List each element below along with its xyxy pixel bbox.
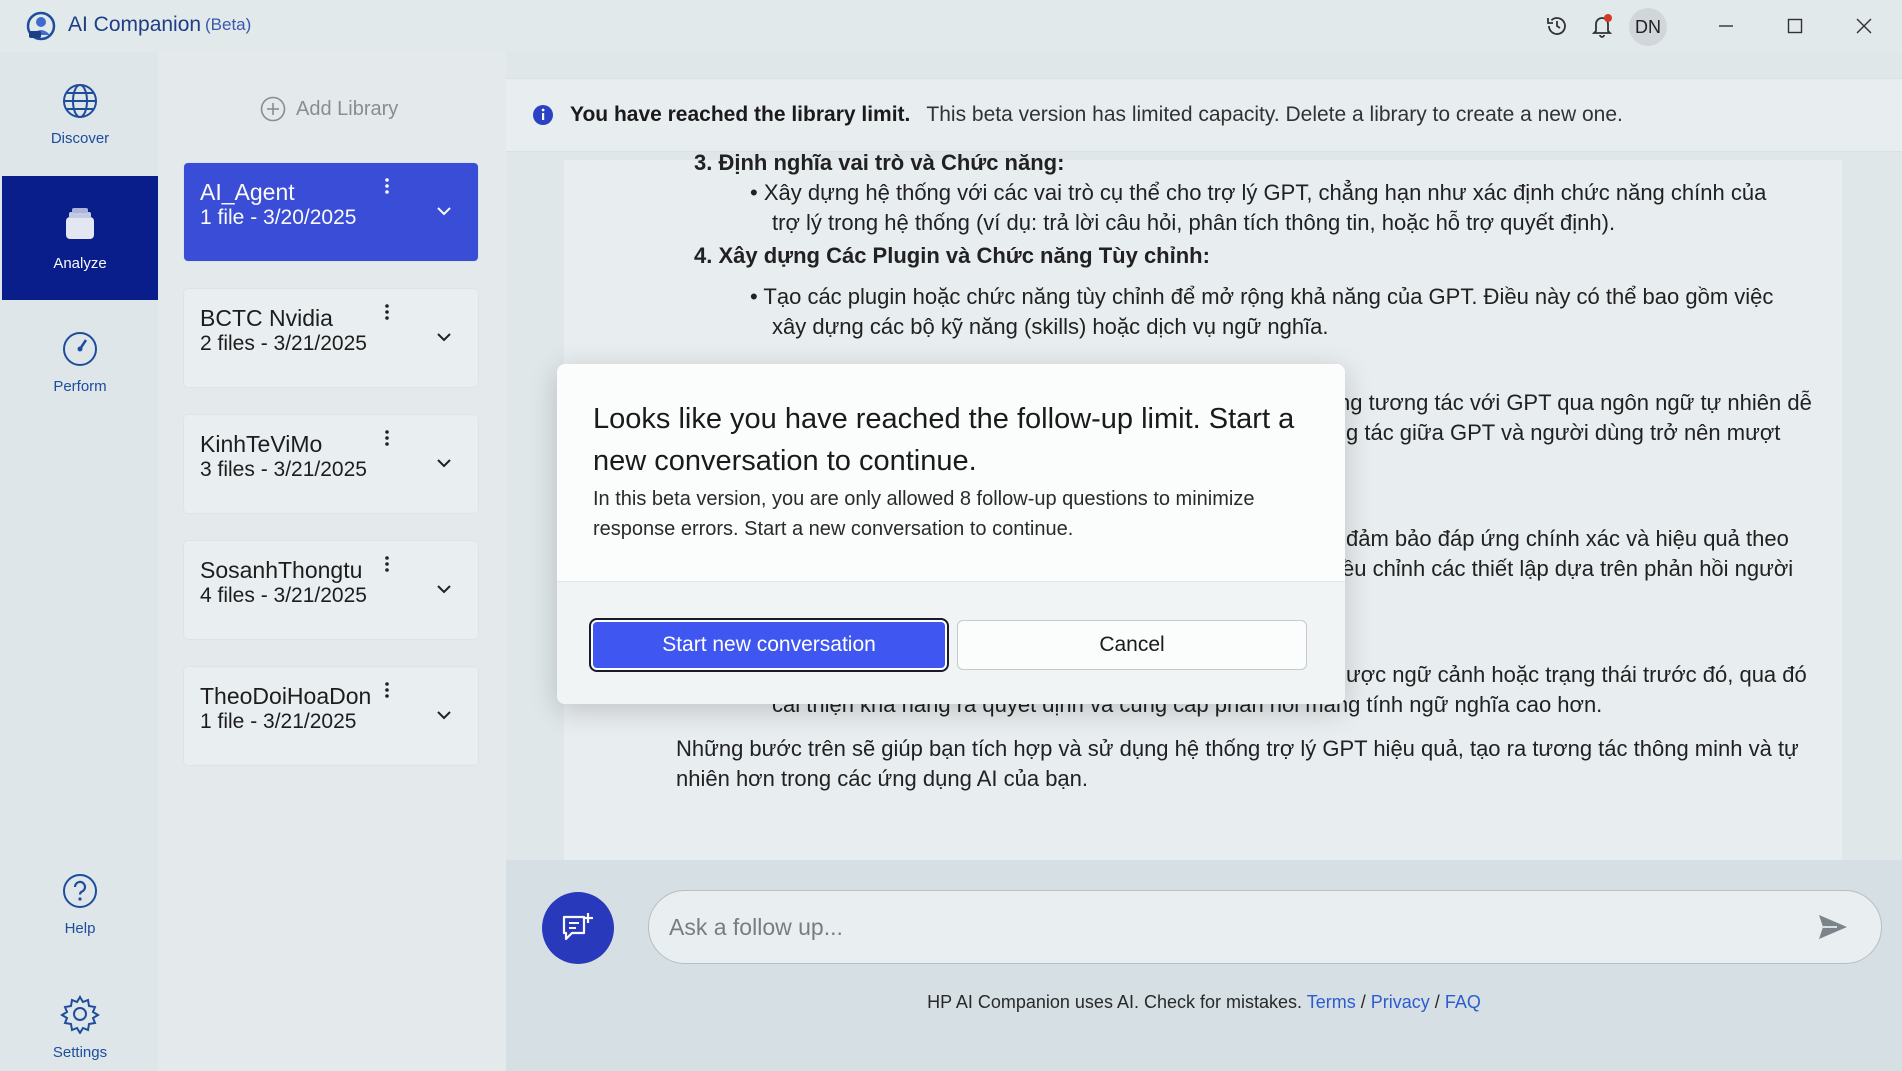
dialog-footer: Start new conversation Cancel: [557, 581, 1345, 704]
dialog-title: Looks like you have reached the follow-u…: [593, 403, 1295, 477]
start-new-conversation-button[interactable]: Start new conversation: [591, 620, 947, 670]
cancel-button[interactable]: Cancel: [957, 620, 1307, 670]
follow-up-limit-dialog: Looks like you have reached the follow-u…: [557, 364, 1345, 704]
dialog-body: In this beta version, you are only allow…: [593, 488, 1255, 540]
